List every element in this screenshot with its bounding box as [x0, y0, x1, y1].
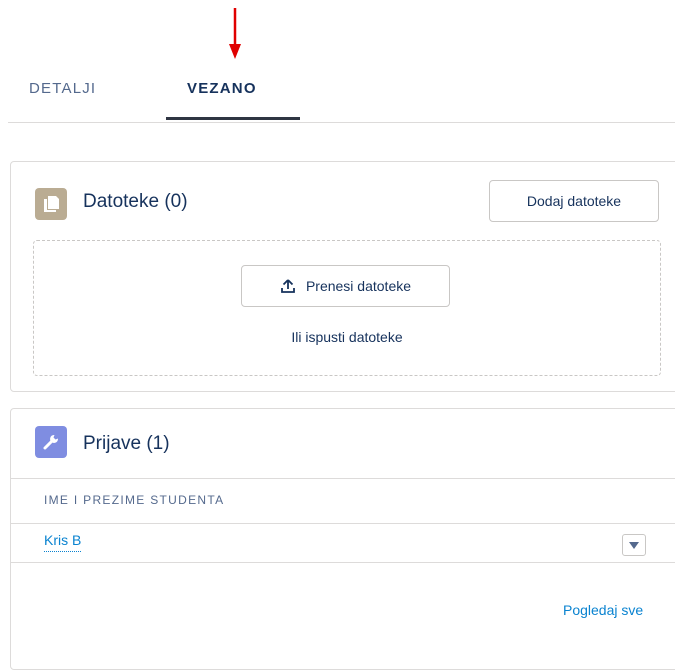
view-all-link[interactable]: Pogledaj sve	[563, 602, 643, 618]
file-icon	[35, 188, 67, 220]
files-card-title: Datoteke (0)	[83, 191, 188, 212]
upload-files-button-label: Prenesi datoteke	[305, 278, 412, 294]
row-actions-button[interactable]	[622, 534, 646, 556]
prijave-card: Prijave (1) IME I PREZIME STUDENTA Kris …	[10, 408, 675, 670]
tab-bar: DETALJI VEZANO	[8, 0, 675, 123]
add-files-button[interactable]: Dodaj datoteke	[489, 180, 659, 222]
upload-icon	[281, 279, 295, 293]
prijave-card-title: Prijave (1)	[83, 433, 170, 454]
file-dropzone[interactable]: Prenesi datoteke Ili ispusti datoteke	[33, 240, 661, 376]
drop-hint: Ili ispusti datoteke	[291, 329, 403, 345]
active-tab-indicator	[166, 117, 300, 120]
chevron-down-icon	[629, 541, 639, 549]
column-header-label[interactable]: IME I PREZIME STUDENTA	[44, 493, 224, 507]
table-row: Kris B	[11, 522, 675, 563]
student-name-link[interactable]: Kris B	[44, 532, 82, 552]
table-column-header: IME I PREZIME STUDENTA	[11, 478, 675, 524]
tab-vezano[interactable]: VEZANO	[187, 80, 257, 97]
tab-detalji[interactable]: DETALJI	[29, 80, 96, 97]
files-card: Datoteke (0) Dodaj datoteke Prenesi dato…	[10, 161, 675, 392]
upload-files-button[interactable]: Prenesi datoteke	[241, 265, 450, 307]
wrench-icon	[35, 426, 67, 458]
